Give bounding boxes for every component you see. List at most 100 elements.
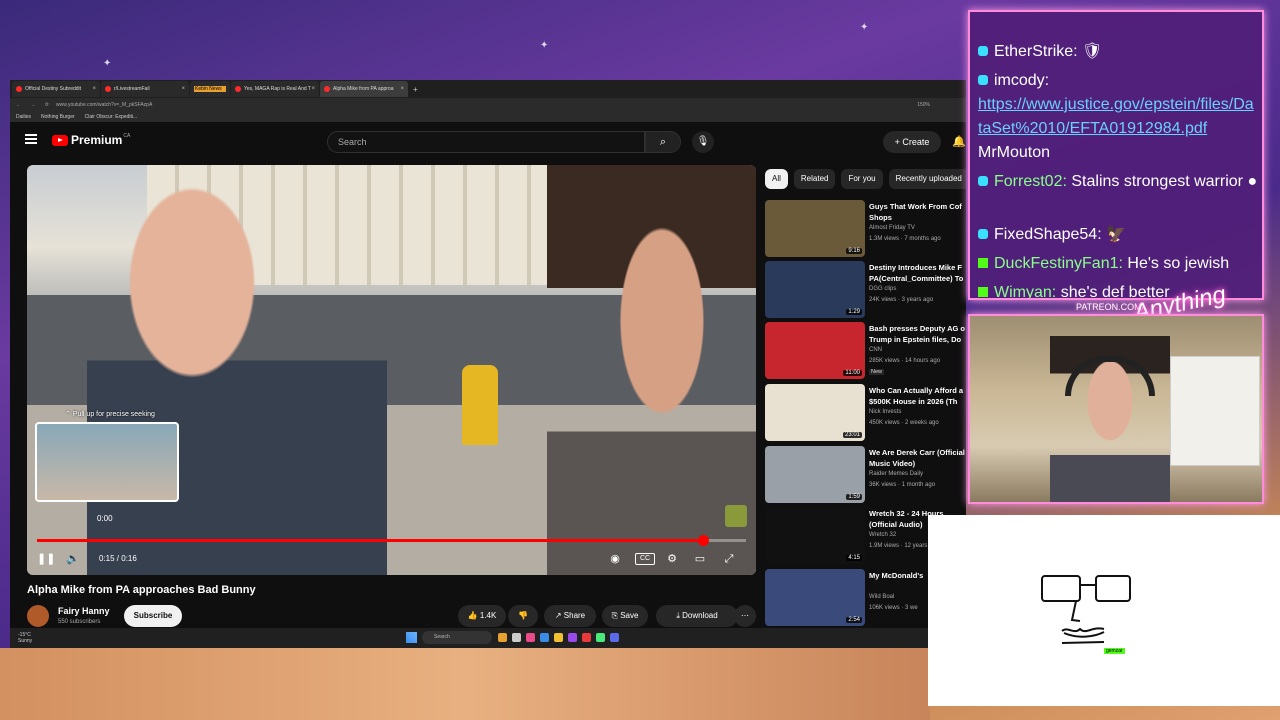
zoom-level[interactable]: 150% xyxy=(917,102,930,108)
app-icon[interactable] xyxy=(498,633,507,642)
subscribe-button[interactable]: Subscribe xyxy=(124,605,182,627)
video-thumbnail[interactable]: 1:59 xyxy=(765,446,865,503)
stream-background-bottom xyxy=(0,648,930,720)
save-button[interactable]: ⎘ Save xyxy=(602,605,648,627)
video-player[interactable]: ⌃ Pull up for precise seeking 0:00 ❚❚ 🔈 … xyxy=(27,165,756,575)
weather-widget[interactable]: -15°C Sunny xyxy=(18,632,32,644)
recommendation-channel[interactable]: Raider Memes Daily xyxy=(869,471,923,477)
face-doodle xyxy=(1041,575,1131,644)
app-icon[interactable] xyxy=(610,633,619,642)
bookmark[interactable]: Dailies xyxy=(16,114,31,120)
chip-for-you[interactable]: For you xyxy=(841,169,883,189)
kick-badge-icon xyxy=(978,287,988,297)
recommendation-channel[interactable]: CNN xyxy=(869,347,882,353)
browser-tab[interactable]: r/LivestreamFail × xyxy=(101,81,189,97)
browser-tab[interactable]: Official Destiny Subreddit × xyxy=(12,81,100,97)
miniplayer-icon[interactable]: ▭ xyxy=(691,549,709,569)
recommendation-channel[interactable]: Almost Friday TV xyxy=(869,225,915,231)
recommendation-channel[interactable]: Wild Boal xyxy=(869,594,894,600)
url-field[interactable]: www.youtube.com/watch?v=_M_pkSFAzpA xyxy=(56,102,917,108)
menu-icon[interactable] xyxy=(25,134,37,144)
channel-watermark[interactable] xyxy=(725,505,747,527)
video-thumbnail[interactable]: 4:15 xyxy=(765,507,865,564)
nav-buttons[interactable]: ← → ⟳ xyxy=(16,102,56,108)
search-icon[interactable]: ⌕ xyxy=(645,131,681,153)
fullscreen-icon[interactable]: ⤢ xyxy=(720,549,738,569)
recommendation-item[interactable]: 1:29 Destiny Introduces Mike F PA(Central… xyxy=(765,261,965,319)
browser-window: Official Destiny Subreddit × r/Livestream… xyxy=(10,80,966,648)
platform-badge-icon xyxy=(978,176,988,186)
youtube-logo[interactable]: Premium CA xyxy=(52,133,130,147)
close-icon[interactable]: × xyxy=(181,86,185,92)
avatar[interactable] xyxy=(27,605,49,627)
download-button[interactable]: ⤓ Download xyxy=(656,605,738,627)
share-button[interactable]: ↗ Share xyxy=(544,605,596,627)
recommendation-item[interactable]: 23:01 Who Can Actually Afford a $500K Hou… xyxy=(765,384,965,442)
app-icon[interactable] xyxy=(582,633,591,642)
volume-icon[interactable]: 🔈 xyxy=(65,549,81,569)
thumbs-down-icon: 👎 xyxy=(518,611,528,620)
browser-tab[interactable]: Yes, MAGA Rap is Real And Tru × xyxy=(231,81,319,97)
recommendation-title[interactable]: Bash presses Deputy AG o Trump in Epstei… xyxy=(869,323,965,345)
new-tab-icon[interactable]: + xyxy=(413,85,418,94)
captions-button[interactable]: CC xyxy=(635,553,655,565)
progress-bar[interactable] xyxy=(37,535,746,546)
video-thumbnail[interactable]: 11:00 xyxy=(765,322,865,379)
duration-badge: 1:59 xyxy=(846,494,862,500)
app-icon[interactable] xyxy=(596,633,605,642)
chevron-up-icon: ⌃ xyxy=(65,411,73,418)
recommendation-channel[interactable]: Wretch 32 xyxy=(869,532,896,538)
dislike-button[interactable]: 👎 xyxy=(508,605,538,627)
close-icon[interactable]: × xyxy=(92,86,96,92)
folder-icon[interactable] xyxy=(554,633,563,642)
bookmark[interactable]: Nothing Burger xyxy=(41,114,75,120)
webcam-dresser xyxy=(1170,356,1260,466)
filter-chips: All Related For you Recently uploaded xyxy=(765,169,966,189)
taskbar-search[interactable]: Search xyxy=(422,631,492,644)
video-thumbnail[interactable]: 23:01 xyxy=(765,384,865,441)
recommendation-item[interactable]: 11:00 Bash presses Deputy AG o Trump in E… xyxy=(765,322,965,380)
app-icon[interactable] xyxy=(540,633,549,642)
recommendation-title[interactable]: Who Can Actually Afford a $500K House in… xyxy=(869,385,965,407)
chip-related[interactable]: Related xyxy=(793,169,836,189)
reddit-icon xyxy=(16,86,22,92)
recommendation-title[interactable]: We Are Derek Carr (Official Music Video) xyxy=(869,447,965,469)
mic-icon[interactable]: 🎙 xyxy=(692,131,714,153)
close-icon[interactable]: × xyxy=(400,86,404,92)
windows-start-icon[interactable] xyxy=(406,632,417,643)
windows-taskbar: -15°C Sunny Search xyxy=(10,628,966,648)
more-icon[interactable]: ⋯ xyxy=(734,605,756,627)
recommendation-title[interactable]: Destiny Introduces Mike F PA(Central_Com… xyxy=(869,262,965,284)
recommendation-meta: 36K views · 1 month ago xyxy=(869,482,936,488)
browser-tab[interactable]: Kebin News xyxy=(190,81,230,97)
channel-name[interactable]: Fairy Hanny xyxy=(58,606,110,616)
video-frame-hydrant xyxy=(462,365,498,445)
recommendation-item[interactable]: 9:16 Guys That Work From Cof Shops Almost … xyxy=(765,200,965,258)
recommendation-channel[interactable]: Nick Invests xyxy=(869,409,901,415)
recommendation-title[interactable]: Guys That Work From Cof Shops xyxy=(869,201,965,223)
video-thumbnail[interactable]: 1:29 xyxy=(765,261,865,318)
like-button[interactable]: 👍 1.4K xyxy=(458,605,506,627)
chip-all[interactable]: All xyxy=(765,169,788,189)
recommendation-channel[interactable]: DGG clips xyxy=(869,286,896,292)
video-thumbnail[interactable]: 2:54 xyxy=(765,569,865,626)
chip-recently-uploaded[interactable]: Recently uploaded xyxy=(888,169,966,189)
app-icon[interactable] xyxy=(526,633,535,642)
duration-badge: 2:54 xyxy=(846,617,862,623)
bookmark[interactable]: Clair Obscur: Expediti... xyxy=(85,114,138,120)
create-button[interactable]: + Create xyxy=(883,131,941,153)
autoplay-toggle[interactable]: ◉ xyxy=(607,549,623,569)
close-icon[interactable]: × xyxy=(311,86,315,92)
recommendation-meta: 106K views · 3 we xyxy=(869,605,918,611)
pause-icon[interactable]: ❚❚ xyxy=(37,549,55,569)
recommendation-meta: 285K views · 14 hours ago xyxy=(869,358,941,364)
recommendation-item[interactable]: 1:59 We Are Derek Carr (Official Music Vi… xyxy=(765,446,965,504)
bell-icon[interactable]: 🔔 xyxy=(952,135,966,148)
app-icon[interactable] xyxy=(568,633,577,642)
browser-tab-active[interactable]: Alpha Mike from PA approa × xyxy=(320,81,408,97)
gear-icon[interactable]: ⚙ xyxy=(663,549,681,569)
video-thumbnail[interactable]: 9:16 xyxy=(765,200,865,257)
emote-icon: 🛡 xyxy=(1082,43,1103,60)
app-icon[interactable] xyxy=(512,633,521,642)
search-input[interactable]: Search xyxy=(327,131,645,153)
